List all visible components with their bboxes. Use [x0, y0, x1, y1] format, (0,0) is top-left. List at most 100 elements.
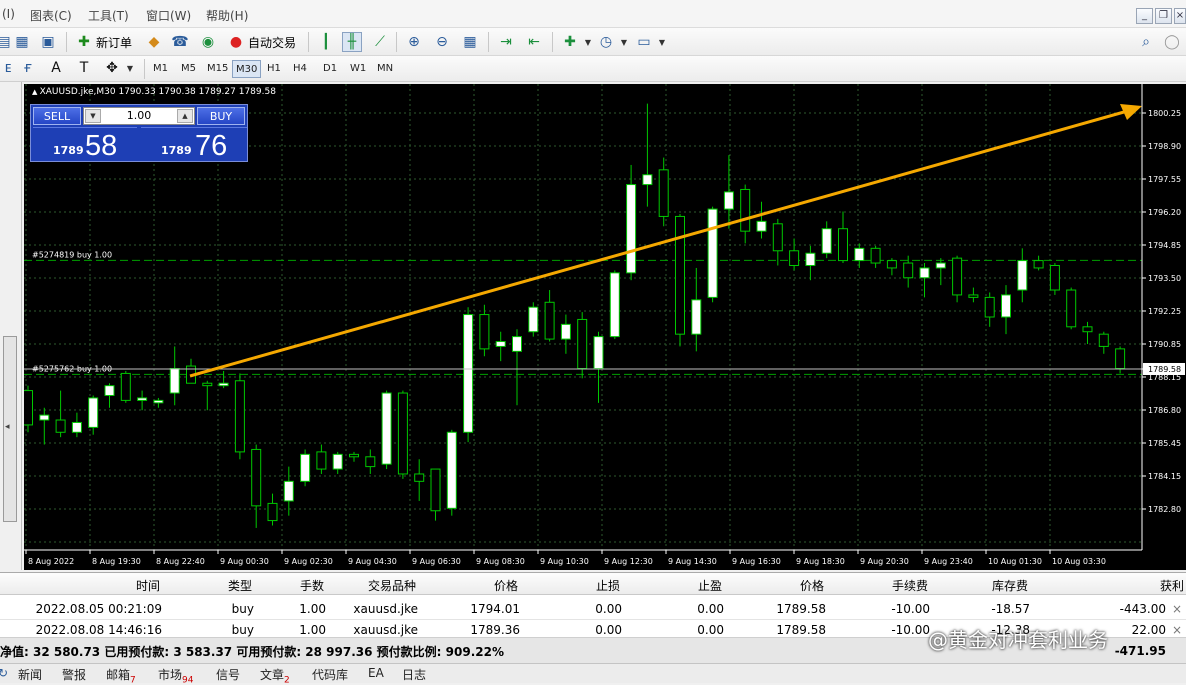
sell-button[interactable]: SELL: [33, 107, 81, 125]
line-chart-icon[interactable]: ⟋: [370, 32, 390, 52]
chart-title-arrow-icon: ▲: [32, 88, 40, 96]
tab-news[interactable]: 新闻: [18, 666, 42, 683]
minimize-button[interactable]: _: [1136, 8, 1153, 24]
new-order-button[interactable]: 新订单: [96, 34, 132, 51]
timeframe-d1[interactable]: D1: [320, 60, 340, 78]
timeframe-w1[interactable]: W1: [347, 60, 369, 78]
restore-button[interactable]: ❐: [1155, 8, 1172, 24]
column-header-current-price[interactable]: 价格: [800, 577, 824, 594]
zoom-in-icon[interactable]: ⊕: [404, 32, 424, 52]
text-icon[interactable]: A: [46, 58, 66, 78]
price-tick-label: 1786.80: [1148, 406, 1181, 415]
candle: [805, 252, 816, 266]
chat-icon[interactable]: ◯: [1162, 32, 1182, 52]
market-watch-icon[interactable]: ▣: [38, 32, 58, 52]
close-position-icon[interactable]: ×: [1172, 602, 1182, 616]
candle: [234, 380, 245, 453]
chevron-down-icon[interactable]: ▼: [614, 32, 634, 52]
account-summary: 净值: 32 580.73 已用预付款: 3 583.37 可用预付款: 28 …: [0, 645, 504, 659]
candle: [1033, 260, 1044, 269]
timeframe-m15[interactable]: M15: [204, 60, 231, 78]
zoom-out-icon[interactable]: ⊖: [432, 32, 452, 52]
tile-windows-icon[interactable]: ▦: [460, 32, 480, 52]
tab-label: 市场: [158, 668, 183, 682]
buy-price-pips: 76: [195, 130, 228, 162]
lot-input[interactable]: ▼ 1.00 ▲: [83, 107, 195, 125]
auto-trading-button[interactable]: 自动交易: [248, 34, 296, 51]
menu-item-charts[interactable]: 图表(C): [30, 7, 72, 24]
column-header-stop-loss[interactable]: 止损: [596, 577, 620, 594]
candle: [821, 228, 832, 254]
column-header-type[interactable]: 类型: [228, 577, 252, 594]
metaeditor-icon[interactable]: ◆: [144, 32, 164, 52]
tab-experts[interactable]: EA: [368, 666, 384, 680]
chevron-down-icon[interactable]: ▼: [578, 32, 598, 52]
text-label-icon[interactable]: T: [74, 58, 94, 78]
chevron-down-icon[interactable]: ▼: [120, 58, 140, 78]
time-tick-label: 9 Aug 00:30: [220, 557, 269, 566]
tab-signals[interactable]: 信号: [216, 666, 240, 683]
menu-item-file[interactable]: (I): [2, 7, 15, 21]
close-position-icon[interactable]: ×: [1172, 623, 1182, 637]
column-header-time[interactable]: 时间: [136, 577, 160, 594]
tab-code-base[interactable]: 代码库: [312, 666, 348, 683]
time-tick-label: 9 Aug 14:30: [668, 557, 717, 566]
candle: [903, 262, 914, 279]
sell-price-prefix: 1789: [53, 144, 84, 157]
new-order-icon[interactable]: ✚: [74, 32, 94, 52]
chart-shift-icon[interactable]: ⇤: [524, 32, 544, 52]
sell-price[interactable]: 1789 58: [33, 127, 137, 162]
auto-scroll-icon[interactable]: ⇥: [496, 32, 516, 52]
timeframe-m30[interactable]: M30: [232, 60, 262, 78]
price-chart[interactable]: #5274819 buy 1.00 #5275762 buy 1.00 1800.2…: [24, 84, 1186, 570]
tab-market[interactable]: 市场94: [158, 666, 193, 685]
close-button[interactable]: ×: [1174, 8, 1186, 24]
navigator-panel: ◂: [0, 82, 22, 570]
timeframe-mn[interactable]: MN: [374, 60, 396, 78]
column-header-commission[interactable]: 手续费: [892, 577, 928, 594]
menu-item-help[interactable]: 帮助(H): [206, 7, 248, 24]
indicators-icon[interactable]: ✚: [560, 32, 580, 52]
tab-articles[interactable]: 文章2: [260, 666, 290, 685]
column-header-volume[interactable]: 手数: [300, 577, 324, 594]
tab-alerts[interactable]: 警报: [62, 666, 86, 683]
column-header-profit[interactable]: 获利: [1160, 577, 1184, 594]
menu-item-tools[interactable]: 工具(T): [88, 7, 129, 24]
candlestick-icon[interactable]: ╫: [342, 32, 362, 52]
timeframe-h1[interactable]: H1: [264, 60, 284, 78]
candle: [365, 456, 376, 468]
chart-title-text: XAUUSD.jke,M30 1790.33 1790.38 1789.27 1…: [39, 87, 276, 97]
lot-increase-icon[interactable]: ▲: [177, 109, 193, 123]
column-header-swap[interactable]: 库存费: [992, 577, 1028, 594]
lot-decrease-icon[interactable]: ▼: [85, 109, 101, 123]
buy-price[interactable]: 1789 76: [141, 127, 247, 162]
buy-button[interactable]: BUY: [197, 107, 245, 125]
tab-journal[interactable]: 日志: [402, 666, 426, 683]
timeframe-h4[interactable]: H4: [290, 60, 310, 78]
periods-icon[interactable]: ◷: [596, 32, 616, 52]
chevron-down-icon[interactable]: ▼: [652, 32, 672, 52]
profiles-icon[interactable]: ▦: [12, 32, 32, 52]
timeframe-m5[interactable]: M5: [178, 60, 199, 78]
draw-text-icon[interactable]: ᴇ: [0, 58, 18, 78]
column-header-symbol[interactable]: 交易品种: [368, 577, 416, 594]
position-open-price: 1789.36: [470, 623, 520, 637]
timeframe-m1[interactable]: M1: [150, 60, 171, 78]
position-type: buy: [231, 602, 254, 616]
column-header-open-price[interactable]: 价格: [494, 577, 518, 594]
signal-icon[interactable]: ◉: [198, 32, 218, 52]
terminal-toggle-icon[interactable]: ↻: [0, 666, 8, 680]
column-header-take-profit[interactable]: 止盈: [698, 577, 722, 594]
auto-trading-icon[interactable]: ●: [226, 32, 246, 52]
bar-chart-icon[interactable]: ┃: [316, 32, 336, 52]
tab-mailbox[interactable]: 邮箱7: [106, 666, 136, 685]
font-icon[interactable]: ғ: [18, 58, 38, 78]
menu-item-window[interactable]: 窗口(W): [146, 7, 191, 24]
table-row[interactable]: 2022.08.05 00:21:09 buy 1.00 xauusd.jke …: [0, 599, 1186, 620]
terminal-icon[interactable]: ☎: [170, 32, 190, 52]
search-icon[interactable]: ⌕: [1136, 32, 1156, 52]
templates-icon[interactable]: ▭: [634, 32, 654, 52]
time-tick-label: 9 Aug 08:30: [476, 557, 525, 566]
arrows-icon[interactable]: ✥: [102, 58, 122, 78]
candle: [1066, 289, 1077, 328]
